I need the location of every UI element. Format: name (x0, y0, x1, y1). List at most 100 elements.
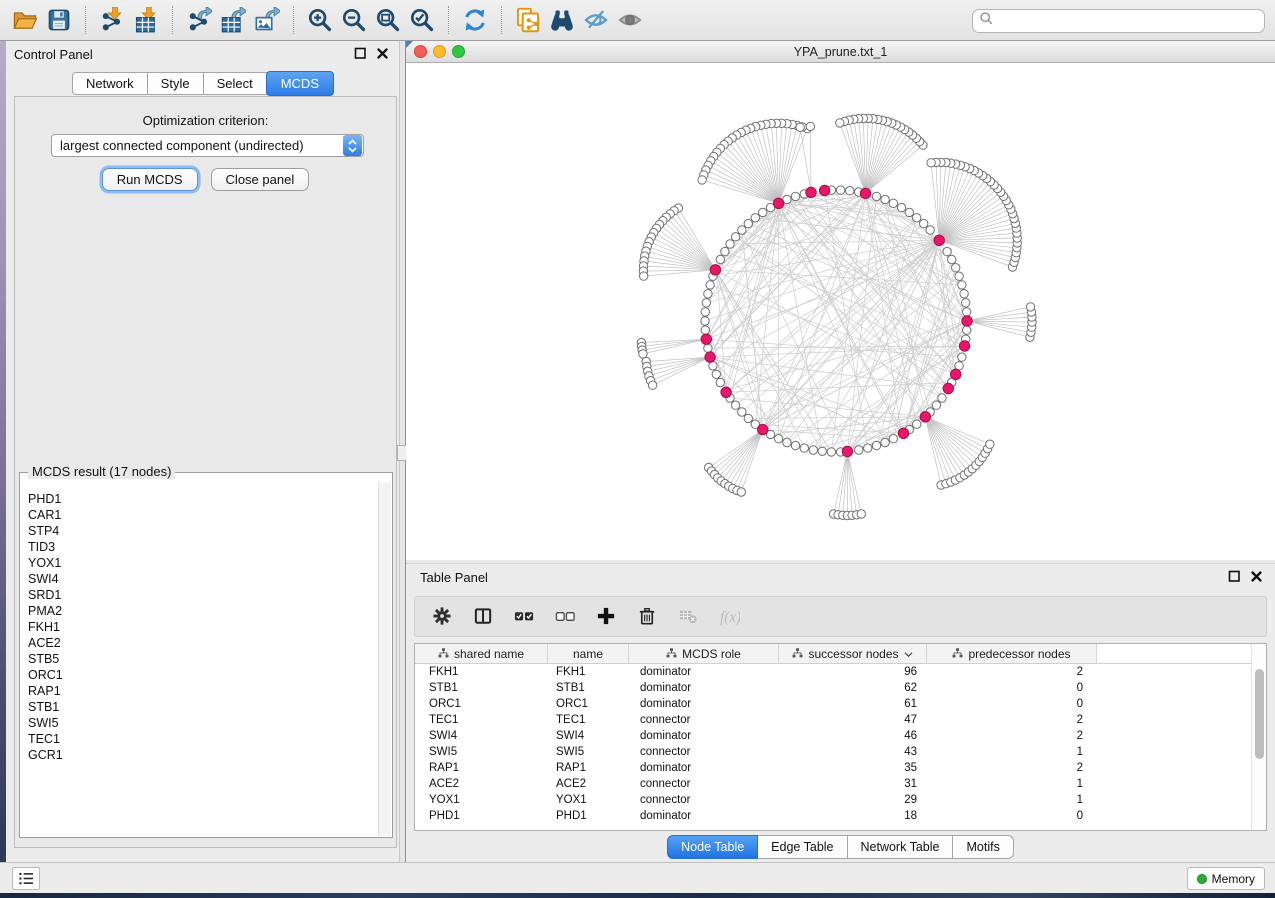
delete-table-icon[interactable] (676, 605, 700, 629)
open-icon[interactable] (8, 4, 42, 36)
close-panel-button[interactable]: Close panel (211, 168, 310, 191)
tab-network[interactable]: Network (72, 72, 148, 95)
export-network-icon[interactable] (182, 4, 216, 36)
cell-mcds-role: dominator (629, 760, 779, 776)
deselect-all-icon[interactable] (553, 605, 577, 629)
cell-mcds-role: dominator (629, 664, 779, 680)
network-canvas[interactable] (406, 63, 1275, 560)
result-list-item[interactable]: SWI4 (28, 571, 377, 587)
tab-edge-table[interactable]: Edge Table (758, 835, 847, 859)
table-panel: Table Panel f(x) shared namenameMCDS rol… (406, 563, 1275, 862)
search-objects-icon[interactable] (545, 4, 579, 36)
result-list-item[interactable]: TID3 (28, 539, 377, 555)
network-graph[interactable] (406, 63, 1275, 560)
result-list-item[interactable]: SWI5 (28, 715, 377, 731)
show-eye-icon[interactable] (613, 4, 647, 36)
add-column-icon[interactable] (594, 605, 618, 629)
export-image-icon[interactable] (250, 4, 284, 36)
cell-name: STB1 (548, 680, 629, 696)
result-list-item[interactable]: ACE2 (28, 635, 377, 651)
close-panel-icon[interactable] (1250, 570, 1265, 585)
table-row[interactable]: SWI5SWI5connector431 (415, 744, 1266, 760)
result-list-item[interactable]: ORC1 (28, 667, 377, 683)
delete-column-icon[interactable] (635, 605, 659, 629)
export-table-icon[interactable] (216, 4, 250, 36)
toolbar-separator (172, 6, 173, 34)
search-input[interactable] (972, 9, 1265, 33)
cell-shared-name: ACE2 (415, 776, 548, 792)
save-icon[interactable] (42, 4, 76, 36)
cell-predecessor-nodes: 1 (927, 792, 1097, 808)
columns-icon[interactable] (471, 605, 495, 629)
column-label: predecessor nodes (968, 647, 1070, 661)
cell-mcds-role: connector (629, 776, 779, 792)
table-row[interactable]: YOX1YOX1connector291 (415, 792, 1266, 808)
result-list-item[interactable]: RAP1 (28, 683, 377, 699)
optimization-criterion-select[interactable]: largest connected component (undirected) (51, 134, 364, 157)
result-list-item[interactable]: YOX1 (28, 555, 377, 571)
tab-select[interactable]: Select (204, 72, 267, 95)
table-scrollbar[interactable] (1251, 644, 1266, 830)
result-list-item[interactable]: PHD1 (28, 491, 377, 507)
refresh-icon[interactable] (458, 4, 492, 36)
tab-network-table[interactable]: Network Table (848, 835, 954, 859)
column-header-shared-name[interactable]: shared name (415, 644, 548, 663)
tab-mcds[interactable]: MCDS (266, 71, 334, 96)
float-panel-icon[interactable] (1228, 570, 1243, 585)
table-row[interactable]: TEC1TEC1connector472 (415, 712, 1266, 728)
table-row[interactable]: ACE2ACE2connector311 (415, 776, 1266, 792)
result-list-item[interactable]: SRD1 (28, 587, 377, 603)
table-row[interactable]: PHD1PHD1dominator180 (415, 808, 1266, 824)
network-list-button[interactable] (12, 867, 40, 890)
table-row[interactable]: RAP1RAP1dominator352 (415, 760, 1266, 776)
tab-motifs[interactable]: Motifs (953, 835, 1013, 859)
status-bar: Memory (0, 862, 1275, 893)
gear-icon[interactable] (430, 605, 454, 629)
column-header-name[interactable]: name (548, 644, 629, 663)
search-text-field[interactable] (994, 12, 1264, 30)
select-all-icon[interactable] (512, 605, 536, 629)
result-list-item[interactable]: STP4 (28, 523, 377, 539)
function-builder-icon[interactable]: f(x) (717, 605, 741, 629)
result-list-item[interactable]: STB1 (28, 699, 377, 715)
import-table-icon[interactable] (129, 4, 163, 36)
network-window-titlebar[interactable]: YPA_prune.txt_1 (406, 41, 1275, 63)
table-row[interactable]: FKH1FKH1dominator962 (415, 664, 1266, 680)
tab-node-table[interactable]: Node Table (667, 835, 758, 859)
select-stepper-icon[interactable] (343, 135, 362, 156)
sort-caret-icon[interactable] (904, 647, 913, 661)
result-scrollbar[interactable] (378, 482, 391, 836)
result-list-item[interactable]: GCR1 (28, 747, 377, 763)
zoom-in-icon[interactable] (303, 4, 337, 36)
zoom-fit-icon[interactable] (371, 4, 405, 36)
scrollbar-thumb[interactable] (1255, 669, 1264, 759)
zoom-selected-icon[interactable] (405, 4, 439, 36)
column-header-successor-nodes[interactable]: successor nodes (779, 644, 927, 663)
result-list-item[interactable]: CAR1 (28, 507, 377, 523)
cell-shared-name: YOX1 (415, 792, 548, 808)
float-panel-icon[interactable] (354, 47, 369, 62)
memory-button[interactable]: Memory (1187, 867, 1265, 890)
node-table[interactable]: shared name name MCDS rolesuccessor nodes p… (414, 643, 1267, 831)
column-header-predecessor-nodes[interactable]: predecessor nodes (927, 644, 1097, 663)
table-panel-tabs: Node TableEdge TableNetwork TableMotifs (406, 835, 1275, 859)
table-row[interactable]: SWI4SWI4dominator462 (415, 728, 1266, 744)
result-list-item[interactable]: FKH1 (28, 619, 377, 635)
close-panel-icon[interactable] (376, 47, 391, 62)
cell-mcds-role: connector (629, 744, 779, 760)
zoom-out-icon[interactable] (337, 4, 371, 36)
import-network-icon[interactable] (95, 4, 129, 36)
result-list-item[interactable]: PMA2 (28, 603, 377, 619)
tab-style[interactable]: Style (148, 72, 204, 95)
table-row[interactable]: STB1STB1dominator620 (415, 680, 1266, 696)
run-mcds-button[interactable]: Run MCDS (102, 168, 198, 191)
clone-network-icon[interactable] (511, 4, 545, 36)
mcds-result-listbox[interactable]: PHD1CAR1STP4TID3YOX1SWI4SRD1PMA2FKH1ACE2… (19, 472, 393, 838)
table-row[interactable]: ORC1ORC1dominator610 (415, 696, 1266, 712)
cell-mcds-role: dominator (629, 728, 779, 744)
column-header-MCDS-role[interactable]: MCDS role (629, 644, 779, 663)
hide-glasses-icon[interactable] (579, 4, 613, 36)
column-label: name (573, 647, 603, 661)
result-list-item[interactable]: STB5 (28, 651, 377, 667)
result-list-item[interactable]: TEC1 (28, 731, 377, 747)
